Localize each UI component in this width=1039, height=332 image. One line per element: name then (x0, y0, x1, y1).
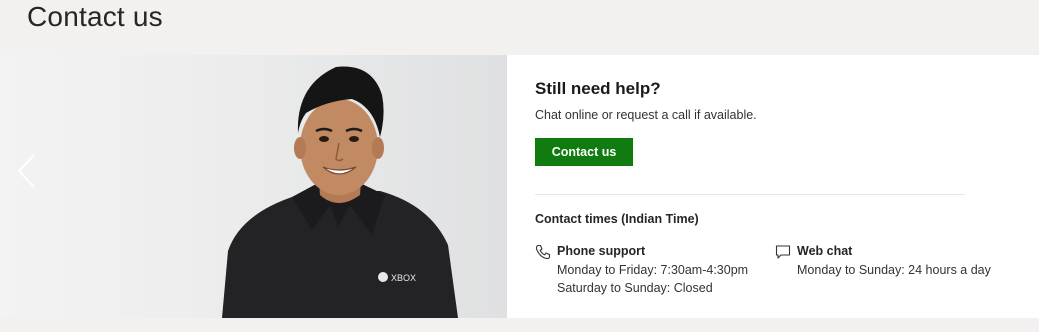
chevron-left-icon[interactable] (12, 151, 40, 191)
help-panel: Still need help? Chat online or request … (535, 55, 1005, 318)
chat-hours: Monday to Sunday: 24 hours a day (797, 263, 991, 277)
shirt-logo-text: XBOX (391, 273, 416, 283)
contact-times-heading: Contact times (Indian Time) (535, 212, 699, 226)
phone-icon (535, 244, 551, 260)
chat-icon (775, 245, 791, 259)
page-title: Contact us (27, 1, 163, 32)
contact-us-button[interactable]: Contact us (535, 138, 633, 166)
web-chat-label: Web chat (797, 244, 853, 258)
phone-support-label: Phone support (557, 244, 646, 258)
help-heading: Still need help? (535, 79, 661, 98)
contact-card: XBOX Still need help? Chat online or req… (0, 55, 1039, 318)
help-description: Chat online or request a call if availab… (535, 108, 757, 122)
phone-hours-weekday: Monday to Friday: 7:30am-4:30pm (557, 263, 749, 277)
phone-hours-weekend: Saturday to Sunday: Closed (557, 281, 713, 295)
hero-image: XBOX (0, 55, 507, 318)
divider (535, 194, 965, 195)
support-agent-photo: XBOX (222, 66, 458, 318)
